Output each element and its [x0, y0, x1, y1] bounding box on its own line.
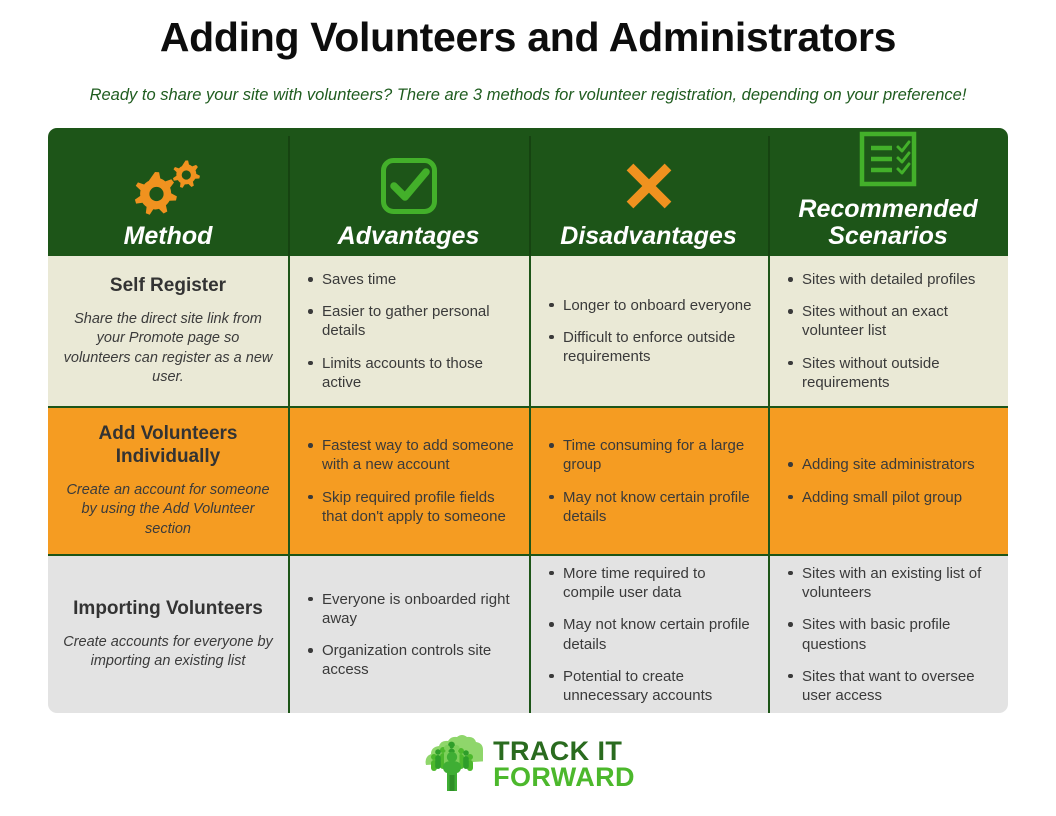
- list-item: Adding site administrators: [788, 455, 996, 474]
- column-header-recommended-scenarios: Recommended Scenarios: [768, 128, 1008, 256]
- footer-logo: TRACK IT FORWARD: [0, 735, 1056, 793]
- advantages-cell: Saves time Easier to gather personal det…: [288, 256, 529, 406]
- column-header-disadvantages-label: Disadvantages: [560, 222, 737, 250]
- list-item: Potential to create unnecessary accounts: [549, 667, 756, 705]
- list-item: Longer to onboard everyone: [549, 296, 756, 315]
- table-row: Importing Volunteers Create accounts for…: [48, 556, 1008, 713]
- advantages-list: Everyone is onboarded right away Organiz…: [300, 590, 517, 680]
- method-cell: Importing Volunteers Create accounts for…: [48, 556, 288, 713]
- list-item: Easier to gather personal details: [308, 302, 517, 340]
- method-cell: Add Volunteers Individually Create an ac…: [48, 408, 288, 554]
- method-title: Importing Volunteers: [73, 597, 263, 619]
- disadvantages-cell: Longer to onboard everyone Difficult to …: [529, 256, 768, 406]
- column-header-method-label: Method: [123, 222, 213, 250]
- scenarios-list: Adding site administrators Adding small …: [780, 455, 996, 506]
- scenarios-list: Sites with detailed profiles Sites witho…: [780, 270, 996, 392]
- scenarios-cell: Sites with an existing list of volunteer…: [768, 556, 1008, 713]
- advantages-list: Fastest way to add someone with a new ac…: [300, 436, 517, 526]
- table-row: Self Register Share the direct site link…: [48, 256, 1008, 408]
- column-header-disadvantages: Disadvantages: [529, 128, 768, 256]
- list-item: More time required to compile user data: [549, 564, 756, 602]
- list-item: Sites that want to oversee user access: [788, 667, 996, 705]
- list-item: Adding small pilot group: [788, 488, 996, 507]
- tree-of-people-icon: [421, 735, 489, 793]
- method-description: Create an account for someone by using t…: [66, 481, 270, 537]
- disadvantages-list: Longer to onboard everyone Difficult to …: [541, 296, 756, 367]
- list-item: Everyone is onboarded right away: [308, 590, 517, 628]
- method-cell: Self Register Share the direct site link…: [48, 256, 288, 406]
- list-item: Fastest way to add someone with a new ac…: [308, 436, 517, 474]
- list-item: Limits accounts to those active: [308, 354, 517, 392]
- method-title: Self Register: [109, 274, 227, 296]
- list-item: Sites with detailed profiles: [788, 270, 996, 289]
- page-subtitle: Ready to share your site with volunteers…: [89, 86, 967, 104]
- table-row: Add Volunteers Individually Create an ac…: [48, 408, 1008, 556]
- advantages-list: Saves time Easier to gather personal det…: [300, 270, 517, 392]
- list-item: Organization controls site access: [308, 641, 517, 679]
- list-item: Saves time: [308, 270, 517, 289]
- column-header-advantages: Advantages: [288, 128, 529, 256]
- list-item: Sites with an existing list of volunteer…: [788, 564, 996, 602]
- scenarios-cell: Adding site administrators Adding small …: [768, 408, 1008, 554]
- disadvantages-list: More time required to compile user data …: [541, 564, 756, 705]
- disadvantages-list: Time consuming for a large group May not…: [541, 436, 756, 526]
- table-header-row: Method Advantages Disadvantages Recommen…: [48, 128, 1008, 256]
- checklist-icon: [859, 128, 917, 190]
- list-item: Sites without an exact volunteer list: [788, 302, 996, 340]
- list-item: Difficult to enforce outside requirement…: [549, 328, 756, 366]
- advantages-cell: Everyone is onboarded right away Organiz…: [288, 556, 529, 713]
- list-item: May not know certain profile details: [549, 615, 756, 653]
- column-header-method: Method: [48, 128, 288, 256]
- page-title: Adding Volunteers and Administrators: [159, 14, 897, 60]
- checkbox-check-icon: [380, 155, 438, 217]
- list-item: May not know certain profile details: [549, 488, 756, 526]
- disadvantages-cell: More time required to compile user data …: [529, 556, 768, 713]
- logo-line-1: TRACK IT: [493, 735, 623, 766]
- infographic-page: Adding Volunteers and Administrators Rea…: [0, 0, 1056, 816]
- gears-icon: [133, 155, 203, 217]
- list-item: Sites with basic profile questions: [788, 615, 996, 653]
- scenarios-cell: Sites with detailed profiles Sites witho…: [768, 256, 1008, 406]
- method-description: Share the direct site link from your Pro…: [63, 311, 273, 385]
- column-header-advantages-label: Advantages: [337, 222, 480, 250]
- method-title: Add Volunteers Individually: [98, 423, 238, 467]
- list-item: Time consuming for a large group: [549, 436, 756, 474]
- advantages-cell: Fastest way to add someone with a new ac…: [288, 408, 529, 554]
- list-item: Skip required profile fields that don't …: [308, 488, 517, 526]
- method-description: Create accounts for everyone by importin…: [63, 633, 273, 670]
- column-header-recommended-scenarios-label: Recommended Scenarios: [798, 195, 978, 250]
- logo-wordmark: TRACK IT FORWARD: [493, 735, 635, 792]
- x-cross-icon: [621, 155, 677, 217]
- list-item: Sites without outside requirements: [788, 354, 996, 392]
- logo-line-2: FORWARD: [493, 762, 635, 792]
- scenarios-list: Sites with an existing list of volunteer…: [780, 564, 996, 705]
- comparison-table: Method Advantages Disadvantages Recommen…: [48, 128, 1008, 713]
- disadvantages-cell: Time consuming for a large group May not…: [529, 408, 768, 554]
